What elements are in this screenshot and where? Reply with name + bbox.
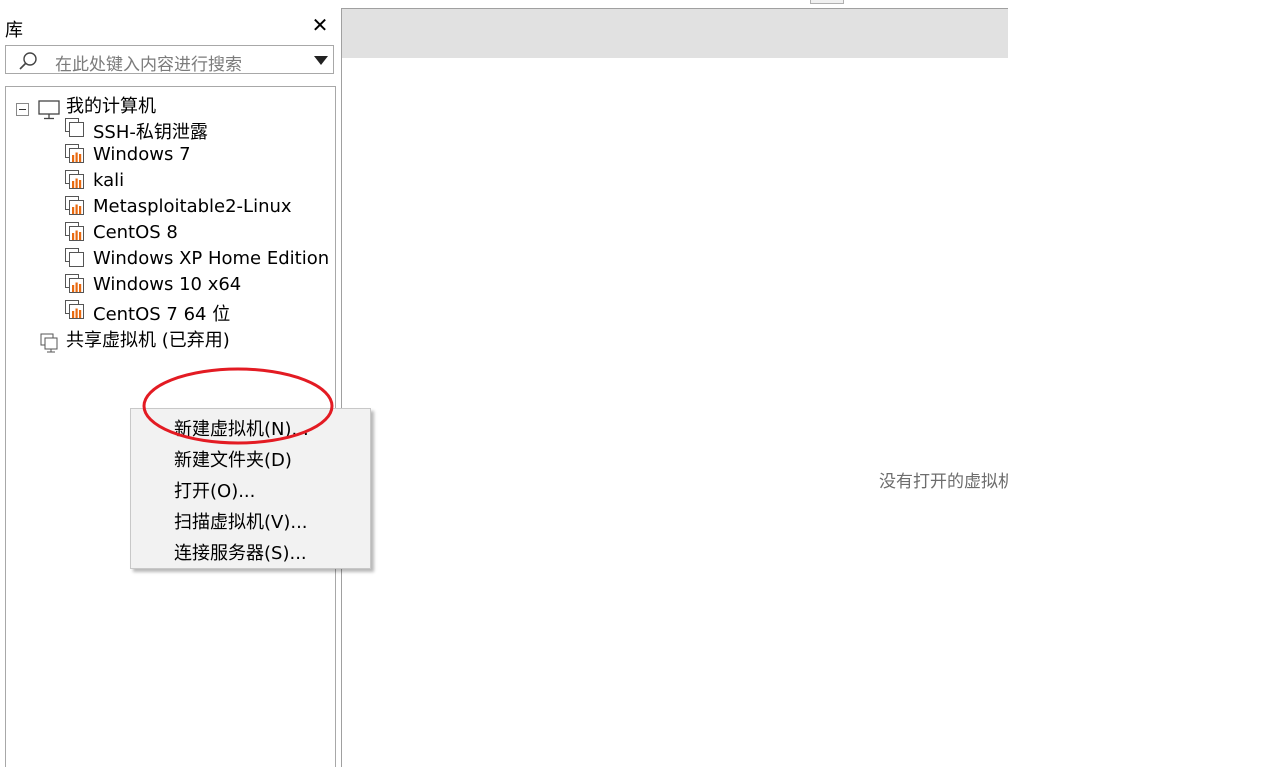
library-pane: 库 ✕ 在此处键入内容进行搜索 我的计算机 共享虚拟机 (已弃用) SSH-私钥… [0,8,341,767]
menu-item-new-vm[interactable]: 新建虚拟机(N)... [131,411,370,441]
search-placeholder: 在此处键入内容进行搜索 [55,55,242,75]
context-menu: 新建虚拟机(N)... 新建文件夹(D) 打开(O)... 扫描虚拟机(V)..… [130,408,371,569]
tree-item-label: Windows 10 x64 [93,274,242,295]
menu-item-connect-server[interactable]: 连接服务器(S)... [131,535,370,565]
vm-running-icon [65,144,84,163]
menu-item-label: 扫描虚拟机(V)... [174,512,308,533]
menu-item-scan-vms[interactable]: 扫描虚拟机(V)... [131,504,370,534]
tree-item-label: Metasploitable2-Linux [93,196,292,217]
menu-item-label: 新建文件夹(D) [174,450,292,471]
tree-item-label: kali [93,170,125,191]
menu-item-label: 连接服务器(S)... [174,543,307,564]
library-title: 库 [5,20,23,41]
menu-item-new-folder[interactable]: 新建文件夹(D) [131,442,370,472]
vm-running-icon [65,170,84,189]
vm-running-icon [65,300,84,319]
search-input[interactable]: 在此处键入内容进行搜索 [5,45,334,75]
menu-item-label: 打开(O)... [174,481,256,502]
tree-item-label: Windows 7 [93,144,191,165]
close-library-button[interactable]: ✕ [310,15,330,35]
tree-item-label: Windows XP Home Edition [93,248,330,269]
library-header: 库 ✕ [0,8,341,44]
shared-vms-icon [40,333,58,353]
chevron-down-icon[interactable] [314,56,328,65]
vm-icon [65,248,84,267]
tree-item-label: 我的计算机 [66,96,156,117]
main-pane: 没有打开的虚拟机 [341,8,1008,767]
collapse-icon[interactable] [16,103,29,116]
vm-running-icon [65,222,84,241]
tree-item-label: CentOS 8 [93,222,178,243]
tree-item-label: 共享虚拟机 (已弃用) [66,330,230,351]
main-toolbar [342,8,1008,58]
menu-item-open[interactable]: 打开(O)... [131,473,370,503]
vm-icon [65,118,84,137]
vm-running-icon [65,274,84,293]
menu-item-label: 新建虚拟机(N)... [174,419,309,440]
search-icon [19,52,37,70]
computer-icon [38,100,60,120]
vm-running-icon [65,196,84,215]
tree-item-label: SSH-私钥泄露 [93,122,208,143]
tree-item-label: CentOS 7 64 位 [93,304,231,325]
no-vm-open-text: 没有打开的虚拟机 [879,472,1008,492]
window-edge-tab [810,0,844,4]
